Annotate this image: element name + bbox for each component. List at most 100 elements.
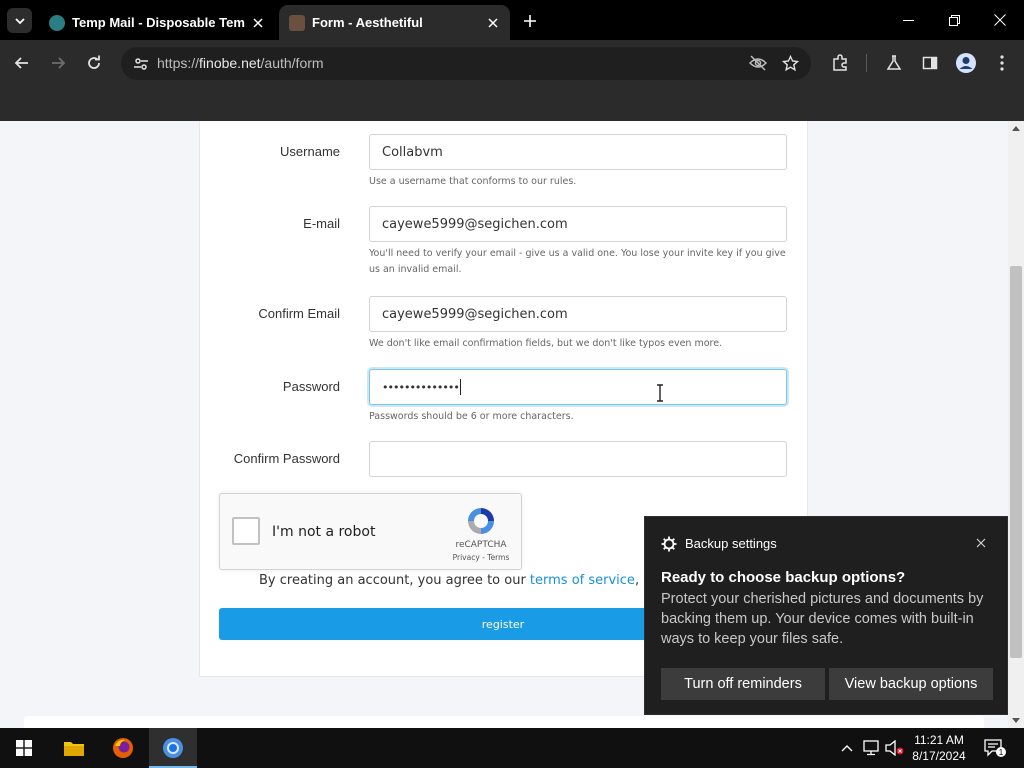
taskbar-firefox[interactable] [99, 728, 147, 768]
username-value: Collabvm [382, 144, 443, 160]
email-value: cayewe5999@segichen.com [382, 216, 568, 232]
minimize-window-button[interactable] [885, 0, 931, 40]
puzzle-icon [833, 54, 847, 71]
notification-title: Ready to choose backup options? [661, 569, 906, 586]
flask-icon [886, 55, 902, 70]
clock-time: 11:21 AM [914, 733, 964, 747]
notification-close-button[interactable] [972, 534, 990, 552]
plus-icon [524, 15, 536, 27]
close-icon [976, 538, 986, 548]
tab-search-button[interactable] [7, 8, 32, 33]
scrollbar-thumb[interactable] [1010, 266, 1022, 658]
profile-button[interactable] [952, 49, 980, 77]
more-vertical-icon [1000, 55, 1004, 71]
arrow-left-icon [14, 57, 28, 69]
back-button[interactable] [8, 49, 36, 77]
show-hidden-icons-button[interactable] [838, 728, 856, 768]
reload-button[interactable] [80, 49, 108, 77]
view-backup-options-button[interactable]: View backup options [829, 668, 993, 700]
chrome-icon [163, 738, 183, 758]
confirm-password-input[interactable] [369, 441, 787, 477]
page-scrollbar[interactable] [1008, 121, 1024, 728]
email-input[interactable]: cayewe5999@segichen.com [369, 206, 787, 242]
recaptcha-privacy-link[interactable]: Privacy [453, 553, 480, 562]
browser-menu-button[interactable] [988, 49, 1016, 77]
scroll-up-icon[interactable] [1012, 126, 1020, 131]
username-input[interactable]: Collabvm [369, 134, 787, 170]
terms-comma: , [634, 573, 644, 588]
action-center-button[interactable]: 1 [980, 728, 1010, 768]
minimize-icon [902, 19, 914, 21]
side-panel-icon [922, 56, 938, 70]
eye-off-icon [749, 55, 767, 71]
password-input[interactable]: •••••••••••••• [369, 369, 787, 405]
site-info-button[interactable] [127, 50, 154, 77]
recaptcha-label: I'm not a robot [272, 524, 376, 540]
address-bar[interactable]: https://finobe.net/auth/form [121, 47, 811, 80]
url-scheme: https:// [157, 55, 200, 71]
backup-notification: Backup settings Ready to choose backup o… [644, 516, 1008, 715]
star-icon [781, 54, 799, 71]
confirm-password-label: Confirm Password [233, 451, 340, 466]
windows-logo-icon [16, 740, 32, 756]
close-tab-button[interactable] [484, 14, 502, 32]
arrow-right-icon [52, 57, 66, 69]
toolbar-divider [866, 54, 867, 72]
extensions-button[interactable] [826, 49, 854, 77]
clock-date: 8/17/2024 [912, 749, 966, 763]
recaptcha-widget: I'm not a robot reCAPTCHA Privacy - Term… [219, 493, 522, 570]
folder-icon [64, 742, 84, 756]
scroll-down-icon[interactable] [1012, 718, 1020, 723]
temp-mail-favicon-icon [49, 14, 65, 31]
avatar-icon [956, 53, 976, 73]
network-status-button[interactable] [860, 728, 882, 768]
confirm-email-label: Confirm Email [258, 306, 340, 321]
volume-muted-icon [885, 740, 904, 756]
close-icon [488, 17, 498, 28]
username-help: Use a username that conforms to our rule… [369, 176, 577, 187]
confirm-email-help: We don't like email confirmation fields,… [369, 338, 723, 349]
network-icon [863, 740, 879, 756]
bookmark-bar [0, 86, 1024, 121]
gear-icon [661, 536, 677, 552]
notification-count-badge: 1 [999, 748, 1004, 757]
side-panel-button[interactable] [916, 49, 944, 77]
reload-icon [88, 55, 100, 69]
terms-of-service-link[interactable]: terms of service [530, 573, 635, 588]
close-window-button[interactable] [977, 0, 1023, 40]
tab-temp-mail[interactable]: Temp Mail - Disposable Temporary Email [39, 5, 275, 40]
recaptcha-terms-link[interactable]: Terms [487, 553, 509, 562]
chevron-up-icon [841, 745, 853, 752]
chevron-down-icon [14, 17, 25, 24]
taskbar-chrome[interactable] [149, 728, 197, 768]
new-tab-button[interactable] [518, 9, 542, 33]
tab-title: Form - Aesthetiful [312, 15, 423, 30]
close-tab-button[interactable] [249, 14, 267, 32]
forward-button[interactable] [44, 49, 72, 77]
page-footer [24, 716, 984, 728]
url-path: /auth/form [260, 55, 324, 71]
system-clock[interactable]: 11:21 AM 8/17/2024 [903, 732, 975, 764]
turn-off-reminders-button[interactable]: Turn off reminders [661, 668, 825, 700]
start-button[interactable] [0, 728, 48, 768]
notification-body: Protect your cherished pictures and docu… [661, 591, 984, 647]
tab-form[interactable]: Form - Aesthetiful [279, 5, 510, 40]
recaptcha-logo-icon [468, 508, 494, 534]
confirm-email-input[interactable]: cayewe5999@segichen.com [369, 296, 787, 332]
bookmark-star-button[interactable] [779, 52, 801, 74]
tab-title: Temp Mail - Disposable Temporary Email [72, 15, 245, 30]
tracking-protection-button[interactable] [747, 52, 769, 74]
url-text: https://finobe.net/auth/form [157, 55, 324, 71]
restore-window-button[interactable] [931, 0, 977, 40]
windows-taskbar: 11:21 AM 8/17/2024 1 [0, 728, 1024, 768]
labs-button[interactable] [880, 49, 908, 77]
confirm-email-value: cayewe5999@segichen.com [382, 306, 568, 322]
browser-toolbar: https://finobe.net/auth/form [0, 40, 1024, 86]
recaptcha-brand: reCAPTCHA [455, 540, 507, 550]
recaptcha-checkbox[interactable] [232, 517, 260, 545]
restore-icon [948, 14, 960, 26]
taskbar-file-explorer[interactable] [50, 728, 98, 768]
recaptcha-legal-links: Privacy - Terms [446, 553, 516, 562]
firefox-icon [113, 738, 133, 758]
text-cursor-icon [657, 384, 663, 402]
